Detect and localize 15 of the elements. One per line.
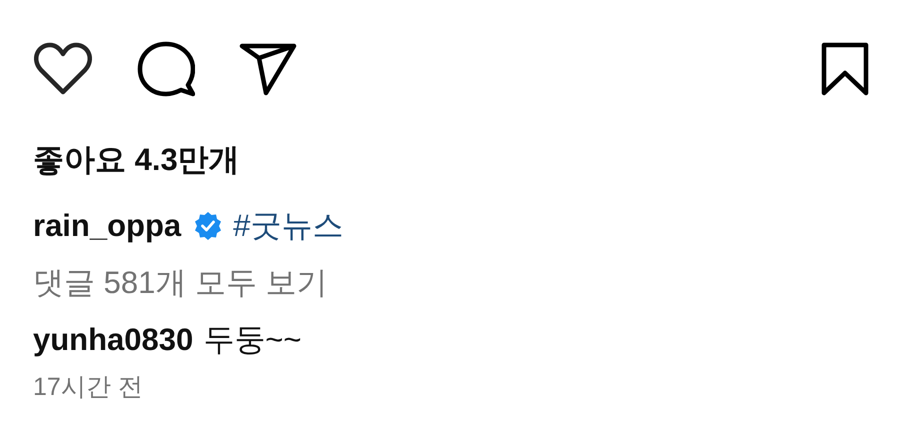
likes-count[interactable]: 좋아요 4.3만개	[33, 140, 867, 180]
post-time: 17시간 전	[33, 372, 144, 403]
username[interactable]: rain_oppa	[33, 206, 182, 246]
comment-button[interactable]	[137, 40, 195, 98]
bookmark-icon	[820, 42, 870, 96]
paper-plane-icon	[239, 42, 297, 96]
heart-icon	[33, 42, 93, 96]
view-all-comments-link[interactable]: 댓글 581개 모두 보기	[33, 263, 867, 303]
comment-text: 두둥~~	[203, 321, 302, 359]
bookmark-button[interactable]	[820, 42, 870, 96]
comment-username[interactable]: yunha0830	[33, 320, 194, 360]
speech-bubble-icon	[137, 40, 195, 98]
hashtag-link[interactable]: #굿뉴스	[233, 206, 344, 246]
share-button[interactable]	[239, 42, 297, 96]
like-button[interactable]	[33, 42, 93, 96]
